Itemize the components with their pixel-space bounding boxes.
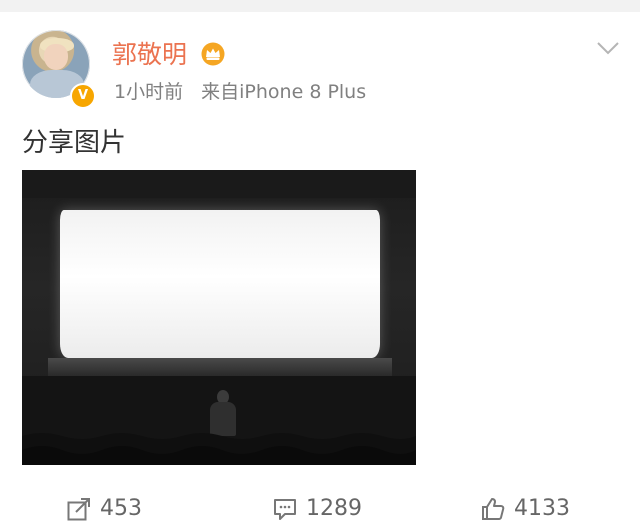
share-count: 453 — [100, 496, 142, 521]
top-separator — [0, 0, 640, 12]
comment-button[interactable]: 1289 — [272, 488, 362, 529]
seat-rows — [22, 433, 416, 465]
like-button[interactable]: 4133 — [480, 488, 570, 529]
chevron-down-icon[interactable] — [596, 40, 620, 56]
screen-base — [48, 358, 392, 376]
post-time: 1小时前 — [114, 81, 184, 103]
crown-icon — [201, 42, 225, 66]
comment-icon — [274, 498, 296, 520]
post-source[interactable]: 来自iPhone 8 Plus — [201, 81, 366, 103]
post-text: 分享图片 — [22, 128, 127, 158]
action-bar: 453 1289 4133 — [0, 488, 640, 529]
share-icon — [67, 497, 90, 520]
thumbs-up-icon — [482, 497, 505, 520]
post-meta: 1小时前 来自iPhone 8 Plus — [114, 80, 366, 104]
username[interactable]: 郭敬明 — [112, 40, 187, 70]
cinema-ceiling — [22, 170, 416, 198]
avatar-face — [44, 44, 68, 70]
post-image[interactable] — [22, 170, 416, 465]
share-button[interactable]: 453 — [66, 488, 142, 529]
cinema-screen — [60, 210, 380, 358]
like-count: 4133 — [514, 496, 570, 521]
comment-count: 1289 — [306, 496, 362, 521]
verified-badge-icon: V — [70, 83, 96, 109]
